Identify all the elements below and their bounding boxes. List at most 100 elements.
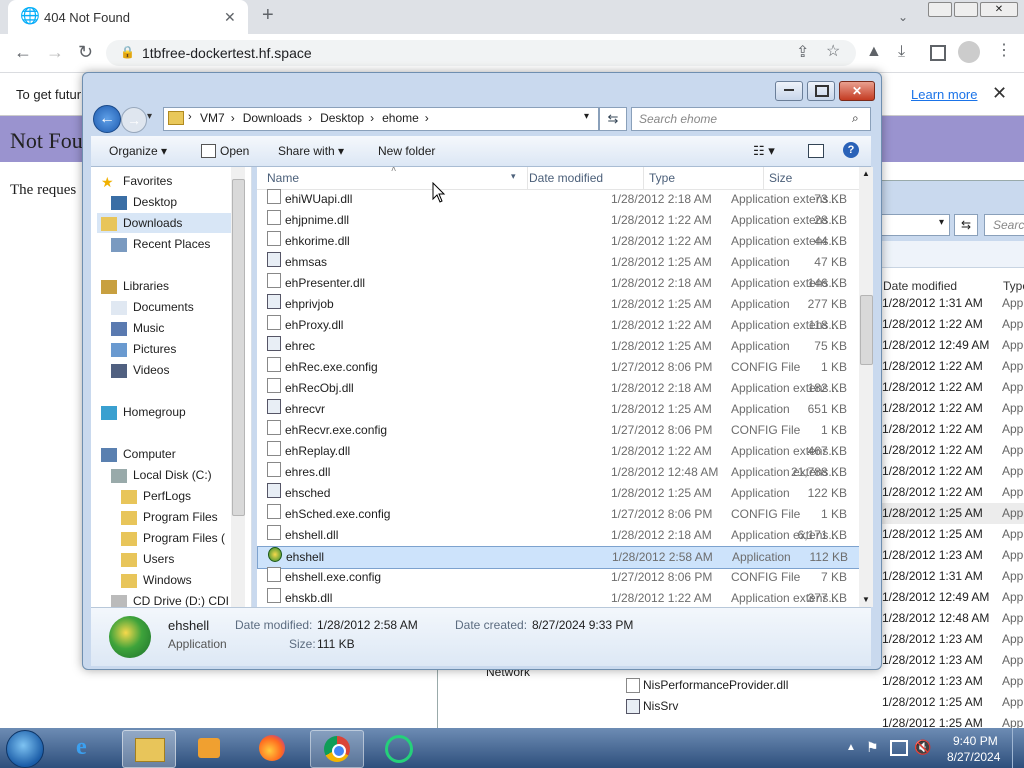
tray-volume-muted-icon[interactable]: 🔇 [914, 739, 931, 756]
clock-time[interactable]: 9:40 PM [953, 734, 998, 748]
nav-item-local-disk-c[interactable]: Local Disk (C:) [111, 465, 212, 485]
chevron-down-icon[interactable]: ⌄ [898, 9, 908, 25]
forward-button[interactable]: → [121, 107, 147, 133]
column-name[interactable]: Name [267, 171, 299, 185]
back-button[interactable]: ← [93, 105, 121, 133]
browser-tab[interactable]: 🌐 404 Not Found ✕ [8, 0, 248, 34]
bg-row[interactable]: 1/28/2012 1:22 AM App [878, 419, 1024, 440]
file-row[interactable]: ehRec.exe.config 1/27/2012 8:06 PM CONFIG … [257, 357, 859, 378]
close-infobar-icon[interactable]: ✕ [992, 83, 1007, 104]
bg-row[interactable]: 1/28/2012 12:48 AM App [878, 608, 1024, 629]
extension-icon[interactable]: ▲ [866, 44, 882, 60]
bg-col-date[interactable]: Date modified [883, 279, 957, 293]
side-panel-icon[interactable] [930, 45, 946, 61]
file-row[interactable]: ehRecObj.dll 1/28/2012 2:18 AM Application… [257, 378, 859, 399]
bg-row[interactable]: 1/28/2012 1:31 AM App [878, 293, 1024, 314]
scroll-up-icon[interactable]: ▲ [862, 169, 870, 178]
column-filter-icon[interactable]: ▾ [511, 171, 516, 182]
breadcrumb-item[interactable]: Downloads [243, 111, 302, 125]
file-row[interactable]: ehskb.dll 1/28/2012 1:22 AM Application ex… [257, 588, 859, 607]
bookmark-star-icon[interactable]: ☆ [826, 44, 840, 60]
file-row[interactable]: ehiWUapi.dll 1/28/2012 2:18 AM Application… [257, 189, 859, 210]
bg-row[interactable]: 1/28/2012 1:22 AM App [878, 440, 1024, 461]
start-button[interactable] [6, 730, 44, 768]
download-icon[interactable]: ⤓ [898, 44, 905, 60]
help-icon[interactable]: ? [843, 142, 859, 158]
taskbar-explorer[interactable] [122, 730, 176, 768]
dialog-maximize-button[interactable] [807, 81, 835, 101]
nav-item-pictures[interactable]: Pictures [111, 339, 176, 359]
bg-row[interactable]: 1/28/2012 1:22 AM App [878, 356, 1024, 377]
breadcrumb-chevron-icon[interactable]: › [370, 111, 374, 125]
back-icon[interactable]: ← [14, 43, 32, 61]
reload-icon[interactable]: ↻ [78, 43, 93, 61]
column-size[interactable]: Size [769, 171, 792, 185]
share-with-button[interactable]: Share with ▾ [278, 144, 344, 158]
bg-row[interactable]: 1/28/2012 1:31 AM App [878, 566, 1024, 587]
tray-network-icon[interactable] [890, 740, 908, 756]
minimize-button[interactable] [928, 2, 952, 17]
taskbar-app[interactable] [372, 730, 424, 766]
bg-row[interactable]: 1/28/2012 1:22 AM App [878, 398, 1024, 419]
refresh-button[interactable]: ⇆ [599, 107, 627, 131]
column-type[interactable]: Type [649, 171, 675, 185]
file-row[interactable]: ehmsas 1/28/2012 1:25 AM Application 47 KB [257, 252, 859, 273]
profile-avatar[interactable] [958, 41, 980, 63]
nav-item-documents[interactable]: Documents [111, 297, 194, 317]
bg-row[interactable]: 1/28/2012 1:23 AM App [878, 650, 1024, 671]
dialog-minimize-button[interactable] [775, 81, 803, 101]
file-row[interactable]: ehprivjob 1/28/2012 1:25 AM Application 277… [257, 294, 859, 315]
bg-file-1[interactable]: NisPerformanceProvider.dll [643, 678, 788, 692]
nav-item-cd-drive-d-cdi[interactable]: CD Drive (D:) CDI [111, 591, 229, 607]
nav-scroll-thumb[interactable] [232, 179, 245, 516]
preview-pane-icon[interactable] [808, 144, 824, 158]
address-breadcrumb[interactable]: › VM7 › Downloads › Desktop › ehome › ▾ [163, 107, 599, 131]
forward-icon[interactable]: → [46, 43, 64, 61]
taskbar-ie[interactable]: e [64, 730, 116, 766]
organize-button[interactable]: Organize ▾ [109, 144, 167, 158]
scroll-down-icon[interactable]: ▼ [862, 595, 870, 604]
show-desktop-button[interactable] [1012, 728, 1024, 768]
file-row[interactable]: ehkorime.dll 1/28/2012 1:22 AM Application… [257, 231, 859, 252]
taskbar-chrome[interactable] [310, 730, 364, 768]
taskbar-media-player[interactable] [184, 730, 236, 766]
nav-item-videos[interactable]: Videos [111, 360, 169, 380]
file-row[interactable]: ehjpnime.dll 1/28/2012 1:22 AM Application… [257, 210, 859, 231]
tray-expand-icon[interactable]: ▲ [846, 742, 856, 753]
file-row[interactable]: ehres.dll 1/28/2012 12:48 AM Application e… [257, 462, 859, 483]
bg-col-type[interactable]: Type [1003, 279, 1024, 293]
nav-item-program-files[interactable]: Program Files ( [121, 528, 225, 548]
nav-item-computer[interactable]: Computer [101, 444, 176, 464]
nav-item-music[interactable]: Music [111, 318, 164, 338]
open-button[interactable]: Open [220, 144, 249, 158]
bg-row[interactable]: 1/28/2012 1:22 AM App [878, 377, 1024, 398]
file-row[interactable]: ehshell.exe.config 1/27/2012 8:06 PM CONFI… [257, 567, 859, 588]
clock-date[interactable]: 8/27/2024 [947, 750, 1000, 764]
file-row[interactable]: ehshell 1/28/2012 2:58 AM Application 112 K… [257, 546, 859, 569]
address-dropdown-icon[interactable]: ▾ [584, 111, 589, 122]
view-options-icon[interactable]: ☷ ▾ [753, 143, 775, 159]
file-row[interactable]: ehrecvr 1/28/2012 1:25 AM Application 651 K… [257, 399, 859, 420]
address-bar[interactable]: 🔒 1tbfree-dockertest.hf.space ⇪ ☆ [106, 40, 856, 66]
nav-item-desktop[interactable]: Desktop [111, 192, 177, 212]
nav-item-recent-places[interactable]: Recent Places [111, 234, 210, 254]
breadcrumb-chevron-icon[interactable]: › [231, 111, 235, 125]
bg-row[interactable]: 1/28/2012 1:25 AM App [878, 692, 1024, 713]
recent-locations-icon[interactable]: ▾ [147, 111, 152, 122]
nav-item-users[interactable]: Users [121, 549, 174, 569]
maximize-button[interactable] [954, 2, 978, 17]
bg-address-tail[interactable]: ▾ [878, 214, 950, 236]
bg-row[interactable]: 1/28/2012 1:23 AM App [878, 545, 1024, 566]
close-tab-icon[interactable]: ✕ [224, 9, 236, 25]
file-row[interactable]: ehRecvr.exe.config 1/27/2012 8:06 PM CONFI… [257, 420, 859, 441]
bg-search-input[interactable]: Searc [984, 214, 1024, 236]
learn-more-link[interactable]: Learn more [911, 87, 977, 102]
breadcrumb-chevron-icon[interactable]: › [425, 111, 429, 125]
bg-row[interactable]: 1/28/2012 12:49 AM App [878, 587, 1024, 608]
breadcrumb-chevron-icon[interactable]: › [308, 111, 312, 125]
file-row[interactable]: ehPresenter.dll 1/28/2012 2:18 AM Applicat… [257, 273, 859, 294]
bg-file-2[interactable]: NisSrv [643, 699, 678, 713]
taskbar-firefox[interactable] [246, 730, 298, 766]
bg-row[interactable]: 1/28/2012 12:49 AM App [878, 335, 1024, 356]
bg-row[interactable]: 1/28/2012 1:25 AM App [878, 524, 1024, 545]
